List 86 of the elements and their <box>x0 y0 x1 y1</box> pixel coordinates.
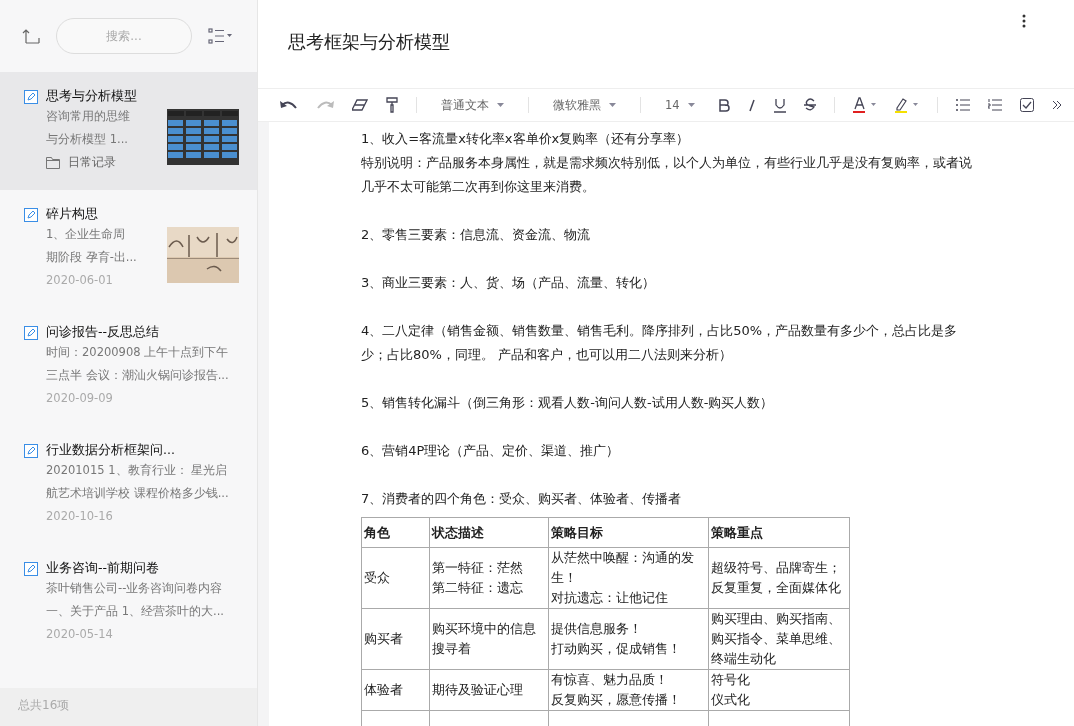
note-icon <box>24 89 38 104</box>
caret-icon <box>687 103 695 107</box>
note-snippet: 期阶段 孕育-出... <box>46 249 137 266</box>
note-item[interactable]: 行业数据分析框架问... 20201015 1、教育行业： 星光启 航艺术培训学校 课程价格多少钱... 2020-10-16 <box>0 426 257 544</box>
note-snippet: 三点半 会议：潮汕火锅问诊报告... <box>46 367 229 384</box>
table-cell-text: 从茫然中唤醒：沟通的发生！ <box>551 549 695 587</box>
note-icon <box>24 325 38 340</box>
highlight-icon[interactable] <box>894 97 919 113</box>
column-header: 策略重点 <box>708 517 850 548</box>
column-header: 策略目标 <box>548 517 709 548</box>
column-header: 角色 <box>361 517 430 548</box>
note-snippet: 航艺术培训学校 课程价格多少钱... <box>46 485 229 502</box>
body-text: 7、消费者的四个角色：受众、购买者、体验者、传播者 <box>361 490 683 508</box>
note-snippet: 1、企业生命周 <box>46 226 127 243</box>
note-date: 2020-05-14 <box>46 626 114 643</box>
note-title: 问诊报告--反思总结 <box>46 324 160 341</box>
note-item[interactable]: 业务咨询--前期问卷 茶叶销售公司--业务咨询问卷内容 一、关于产品 1、经营茶叶的大... 2020-05-14 <box>0 544 257 662</box>
note-item[interactable]: 问诊报告--反思总结 时间：20200908 上午十点到下午 三点半 会议：潮汕火锅问诊报告... 2020-09-09 <box>0 308 257 426</box>
note-date: 2020-09-09 <box>46 390 114 407</box>
table-cell-text: 期待及验证心理 <box>432 681 524 699</box>
note-snippet: 茶叶销售公司--业务咨询问卷内容 <box>46 580 224 597</box>
table-cell-text: 购买环境中的信息搜寻着 <box>432 620 537 658</box>
note-count: 总共16项 <box>0 688 257 726</box>
note-title: 业务咨询--前期问卷 <box>46 560 160 577</box>
table-cell-text: 符号化 <box>711 671 751 689</box>
table-cell-text: 超级符号、品牌寄生； <box>711 559 842 577</box>
table-cell-text: 仪式化 <box>711 691 751 709</box>
body-text: 3、商业三要素：人、货、场（产品、流量、转化） <box>361 274 657 292</box>
table-cell-text: 体验者 <box>364 681 404 699</box>
more-icon[interactable] <box>1022 14 1026 28</box>
checkbox-icon[interactable] <box>1019 98 1034 112</box>
column-header: 状态描述 <box>429 517 549 548</box>
table-cell-text: 第一特征：茫然 <box>432 559 524 577</box>
note-snippet: 与分析模型 1... <box>46 131 129 148</box>
undo-icon[interactable] <box>280 99 298 111</box>
note-title: 行业数据分析框架问... <box>46 442 175 459</box>
body-text: 6、营销4P理论（产品、定价、渠道、推广） <box>361 442 621 460</box>
more-tools-icon[interactable] <box>1051 100 1062 110</box>
note-icon <box>24 561 38 576</box>
underline-icon[interactable] <box>773 97 786 113</box>
document-title[interactable]: 思考框架与分析模型 <box>288 30 450 54</box>
note-date: 2020-06-01 <box>46 272 114 289</box>
table-cell-text: 购买者 <box>364 630 404 648</box>
strikethrough-icon[interactable] <box>803 98 816 112</box>
list-view-icon[interactable] <box>208 28 234 44</box>
caret-icon <box>609 103 616 107</box>
paint-roller-icon[interactable] <box>386 97 398 113</box>
table-cell-text: 购买理由、购买指南、购买指令、菜单思维、终端生动化 <box>711 610 842 668</box>
search-field[interactable]: 搜索... <box>56 18 192 54</box>
note-snippet: 20201015 1、教育行业： 星光启 <box>46 462 229 479</box>
note-snippet: 一、关于产品 1、经营茶叶的大... <box>46 603 224 620</box>
table-cell-text: 提供信息服务！ <box>551 620 643 638</box>
font-family-dropdown[interactable]: 微软雅黑 <box>547 97 622 113</box>
note-icon <box>24 207 38 222</box>
folder-name: 日常记录 <box>68 154 116 171</box>
bullet-list-icon[interactable] <box>955 99 970 111</box>
font-size-dropdown[interactable]: 14 <box>659 98 701 112</box>
caret-icon <box>497 103 504 107</box>
bold-icon[interactable] <box>718 98 730 112</box>
note-date: 2020-10-16 <box>46 508 114 525</box>
body-text: 2、零售三要素：信息流、资金流、物流 <box>361 226 592 244</box>
note-icon <box>24 443 38 458</box>
table-cell-text: 受众 <box>364 569 391 587</box>
paragraph-style-dropdown[interactable]: 普通文本 <box>435 97 510 113</box>
eraser-icon[interactable] <box>352 99 368 111</box>
note-item[interactable]: 碎片构思 1、企业生命周 期阶段 孕育-出... 2020-06-01 <box>0 190 257 308</box>
table-cell-text: 对抗遗忘：让他记住 <box>551 589 669 607</box>
note-title: 碎片构思 <box>46 206 98 223</box>
upload-icon[interactable] <box>22 28 40 44</box>
note-item[interactable]: 思考与分析模型 咨询常用的思维 与分析模型 1... 日常记录 <box>0 72 257 190</box>
table-cell-text: 反复购买，愿意传播！ <box>551 691 682 709</box>
table-cell-text: 有惊喜、魅力品质！ <box>551 671 669 689</box>
body-text: 特别说明：产品服务本身属性，就是需求频次特别低，以个人为单位，有些行业几乎是没有复购率，或者说几乎不太可能第二次再到你这里来消费。 <box>361 154 973 196</box>
table-cell-text: 打动购买，促成销售！ <box>551 640 682 658</box>
folder-icon <box>46 156 60 169</box>
font-color-icon[interactable] <box>852 97 877 113</box>
body-text: 5、销售转化漏斗（倒三角形：观看人数-询问人数-试用人数-购买人数） <box>361 394 775 412</box>
body-text: 4、二八定律（销售金额、销售数量、销售毛利。降序排列，占比50%，产品数量有多少个，总占比是多少；占比80%，同理。 产品和客户，也可以用二八法则来分析） <box>361 322 959 364</box>
italic-icon[interactable] <box>747 98 756 112</box>
table-cell-text: 第二特征：遗忘 <box>432 579 524 597</box>
note-snippet: 咨询常用的思维 <box>46 108 130 125</box>
numbered-list-icon[interactable] <box>987 99 1002 111</box>
table-cell-text: 反复重复，全面媒体化 <box>711 579 842 597</box>
note-snippet: 时间：20200908 上午十点到下午 <box>46 344 229 361</box>
body-text: 1、收入=客流量x转化率x客单价x复购率（还有分享率） <box>361 130 691 148</box>
note-title: 思考与分析模型 <box>46 88 137 105</box>
